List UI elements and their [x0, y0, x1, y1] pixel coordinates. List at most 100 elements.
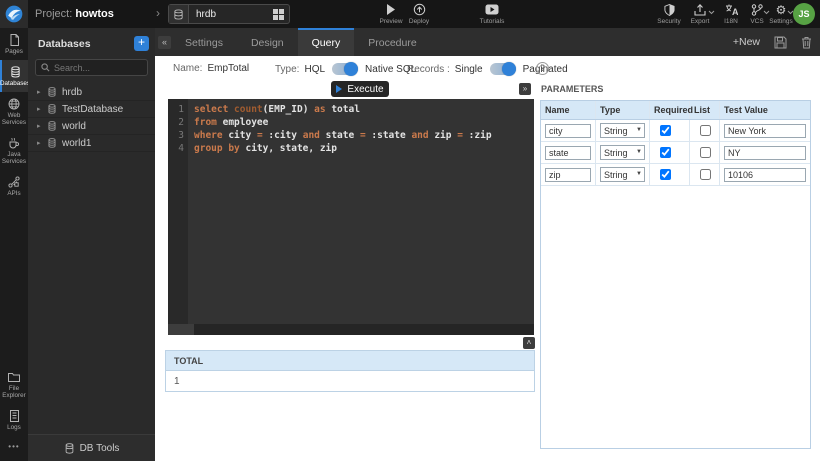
- code-token: :city: [268, 130, 302, 141]
- type-toggle[interactable]: [332, 63, 358, 75]
- database-selector[interactable]: hrdb: [168, 4, 290, 24]
- deploy-button[interactable]: Deploy: [402, 3, 436, 25]
- help-icon[interactable]: ?: [536, 62, 549, 75]
- sidebar-item-apis[interactable]: APIs: [0, 170, 28, 202]
- param-list-checkbox[interactable]: [700, 169, 711, 180]
- collapse-panel-button[interactable]: «: [158, 36, 171, 49]
- project-breadcrumb[interactable]: Project: howtos: [35, 8, 114, 20]
- parameter-row-city: String▼: [541, 120, 810, 142]
- col-test-value: Test Value: [720, 101, 810, 119]
- param-test-value-input[interactable]: [724, 124, 806, 138]
- rail-overflow-button[interactable]: •••: [0, 436, 28, 457]
- db-name: hrdb: [62, 87, 82, 98]
- code-token: =: [257, 130, 268, 141]
- collapse-results-button[interactable]: ˄: [523, 337, 535, 349]
- sql-editor[interactable]: 1234 select count(EMP_ID) as totalfrom e…: [168, 99, 534, 335]
- tutorials-video-icon: [485, 3, 499, 16]
- preview-label: Preview: [379, 18, 402, 25]
- new-query-button[interactable]: +New: [733, 36, 760, 48]
- code-line: group by city, state, zip: [194, 142, 534, 155]
- execute-button[interactable]: Execute: [331, 81, 389, 97]
- param-list-checkbox[interactable]: [700, 125, 711, 136]
- web-services-label: Web Services: [0, 112, 28, 126]
- expand-parameters-button[interactable]: »: [519, 83, 531, 95]
- param-name-input[interactable]: [545, 124, 591, 138]
- database-selector-value: hrdb: [189, 9, 273, 20]
- app-logo[interactable]: [0, 0, 28, 28]
- param-test-value-input[interactable]: [724, 146, 806, 160]
- export-icon: [694, 3, 706, 16]
- settings-label: Settings: [769, 18, 793, 25]
- execute-label: Execute: [347, 84, 383, 95]
- param-test-value-input[interactable]: [724, 168, 806, 182]
- param-required-checkbox[interactable]: [660, 147, 671, 158]
- delete-button[interactable]: [801, 36, 812, 49]
- type-option-hql[interactable]: HQL: [304, 64, 325, 75]
- records-toggle[interactable]: [490, 63, 516, 75]
- java-services-coffee-icon: [8, 137, 20, 149]
- sidebar-item-file-explorer[interactable]: File Explorer: [0, 366, 28, 404]
- databases-panel-title: Databases: [38, 38, 134, 50]
- breadcrumb-chevron-icon: ›: [156, 6, 160, 20]
- app-window: Project: howtos › hrdb Preview Deploy: [0, 0, 820, 461]
- expand-arrow-icon[interactable]: ▸: [37, 122, 47, 130]
- preview-play-icon: [386, 3, 396, 16]
- db-tree-item-testdatabase[interactable]: ▸ TestDatabase: [28, 101, 155, 118]
- records-option-single[interactable]: Single: [455, 64, 483, 75]
- user-avatar[interactable]: JS: [793, 3, 815, 25]
- query-name-value: EmpTotal: [207, 63, 249, 74]
- code-token: count: [234, 104, 263, 115]
- expand-arrow-icon[interactable]: ▸: [37, 139, 47, 147]
- code-token: zip: [434, 130, 457, 141]
- grid-view-icon[interactable]: [273, 9, 284, 20]
- logs-icon: [9, 410, 20, 422]
- sidebar-item-logs[interactable]: Logs: [0, 404, 28, 436]
- param-name-input[interactable]: [545, 168, 591, 182]
- security-button[interactable]: Security: [652, 3, 686, 25]
- tab-settings[interactable]: Settings: [171, 28, 237, 56]
- tutorials-button[interactable]: Tutorials: [475, 3, 509, 25]
- tab-bar: « Settings Design Query Procedure +New: [155, 28, 820, 56]
- editor-scrollbar[interactable]: [168, 324, 534, 335]
- file-explorer-label: File Explorer: [0, 385, 28, 399]
- code-token: group by: [194, 143, 245, 154]
- param-required-checkbox[interactable]: [660, 125, 671, 136]
- tab-design[interactable]: Design: [237, 28, 298, 56]
- db-tree-item-world1[interactable]: ▸ world1: [28, 135, 155, 152]
- parameters-header-row: Name Type Required List Test Value: [541, 101, 810, 120]
- line-number: 4: [168, 142, 184, 155]
- database-search-input[interactable]: Search...: [35, 59, 148, 76]
- database-icon: [169, 5, 189, 23]
- param-type-select[interactable]: String: [600, 123, 645, 138]
- search-icon: [41, 63, 50, 72]
- param-required-checkbox[interactable]: [660, 169, 671, 180]
- expand-arrow-icon[interactable]: ▸: [37, 105, 47, 113]
- param-name-input[interactable]: [545, 146, 591, 160]
- tab-query[interactable]: Query: [298, 28, 355, 56]
- vcs-label: VCS: [750, 18, 763, 25]
- web-services-globe-icon: [8, 98, 20, 110]
- db-tree-item-world[interactable]: ▸ world: [28, 118, 155, 135]
- col-name: Name: [541, 101, 596, 119]
- sidebar-item-databases[interactable]: Databases: [0, 60, 28, 92]
- expand-arrow-icon[interactable]: ▸: [37, 88, 47, 96]
- sidebar-item-java-services[interactable]: Java Services: [0, 131, 28, 170]
- sidebar-item-web-services[interactable]: Web Services: [0, 92, 28, 131]
- logs-label: Logs: [7, 424, 21, 431]
- tab-procedure[interactable]: Procedure: [354, 28, 430, 56]
- code-token: :state: [371, 130, 411, 141]
- param-list-checkbox[interactable]: [700, 147, 711, 158]
- query-name-group: Name: EmpTotal: [173, 63, 249, 74]
- param-type-select[interactable]: String: [600, 145, 645, 160]
- db-tree-item-hrdb[interactable]: ▸ hrdb: [28, 84, 155, 101]
- add-database-button[interactable]: +: [134, 36, 149, 51]
- param-type-select[interactable]: String: [600, 167, 645, 182]
- db-tools-button[interactable]: DB Tools: [28, 434, 155, 461]
- sidebar-item-pages[interactable]: Pages: [0, 28, 28, 60]
- deploy-label: Deploy: [409, 18, 429, 25]
- save-button[interactable]: [774, 36, 787, 49]
- results-table: TOTAL 1: [165, 350, 535, 392]
- code-token: total: [331, 104, 360, 115]
- editor-code[interactable]: select count(EMP_ID) as totalfrom employ…: [188, 99, 534, 335]
- main-area: « Settings Design Query Procedure +New N…: [155, 28, 820, 461]
